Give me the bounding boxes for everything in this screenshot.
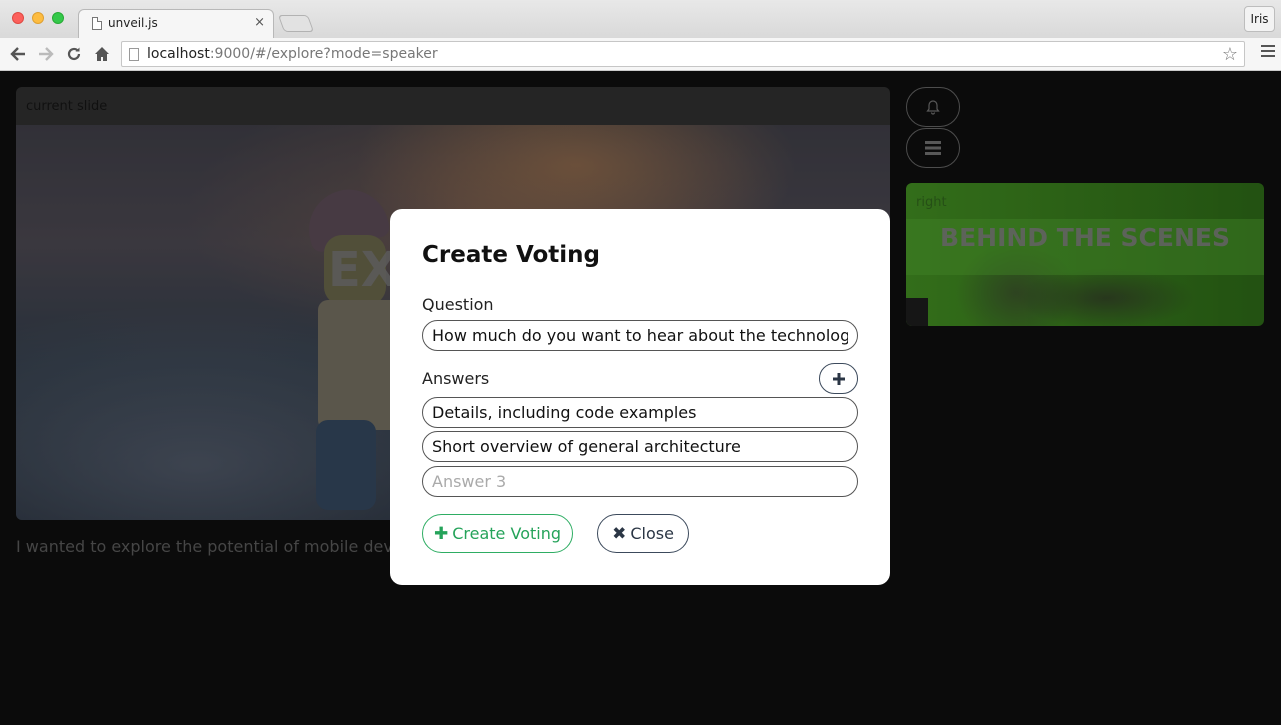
home-button[interactable] <box>90 42 114 66</box>
answer-input[interactable] <box>422 397 858 428</box>
forward-button[interactable] <box>34 42 58 66</box>
browser-menu-icon[interactable] <box>1261 45 1275 63</box>
reload-button[interactable] <box>62 42 86 66</box>
browser-tab[interactable]: unveil.js × <box>78 9 274 39</box>
create-voting-button[interactable]: ✚ Create Voting <box>422 514 573 553</box>
answer-input[interactable] <box>422 466 858 497</box>
tab-title: unveil.js <box>108 16 158 30</box>
window-minimize-button[interactable] <box>32 12 44 24</box>
add-answer-button[interactable] <box>819 363 858 394</box>
answers-label: Answers <box>422 369 490 388</box>
bookmark-star-icon[interactable]: ☆ <box>1222 44 1238 65</box>
question-label: Question <box>422 295 494 314</box>
url-text: localhost:9000/#/explore?mode=speaker <box>147 46 438 62</box>
close-button[interactable]: ✖ Close <box>597 514 689 553</box>
plus-icon <box>832 372 845 385</box>
browser-toolbar: localhost:9000/#/explore?mode=speaker ☆ <box>0 38 1281 71</box>
new-tab-button[interactable] <box>277 15 315 32</box>
back-button[interactable] <box>6 42 30 66</box>
window-close-button[interactable] <box>12 12 24 24</box>
home-icon <box>95 47 109 61</box>
answer-input[interactable] <box>422 431 858 462</box>
window-zoom-button[interactable] <box>52 12 64 24</box>
close-icon: ✖ <box>612 523 627 544</box>
reload-icon <box>67 47 81 61</box>
create-voting-label: Create Voting <box>452 524 561 543</box>
page-icon <box>92 17 102 30</box>
question-input[interactable] <box>422 320 858 351</box>
dialog-title: Create Voting <box>422 242 601 268</box>
page-icon <box>129 48 139 61</box>
close-label: Close <box>630 524 674 543</box>
back-arrow-icon <box>10 47 25 61</box>
create-voting-dialog: Create Voting Question Answers ✚ Create … <box>390 209 890 585</box>
plus-icon: ✚ <box>433 523 449 544</box>
browser-tab-bar: unveil.js × Iris <box>0 0 1281 39</box>
tab-close-icon[interactable]: × <box>254 15 265 30</box>
profile-button[interactable]: Iris <box>1244 6 1275 32</box>
address-bar[interactable]: localhost:9000/#/explore?mode=speaker ☆ <box>121 41 1245 67</box>
forward-arrow-icon <box>39 47 54 61</box>
speaker-view: current slide EX I wanted to explore the… <box>0 71 1281 725</box>
